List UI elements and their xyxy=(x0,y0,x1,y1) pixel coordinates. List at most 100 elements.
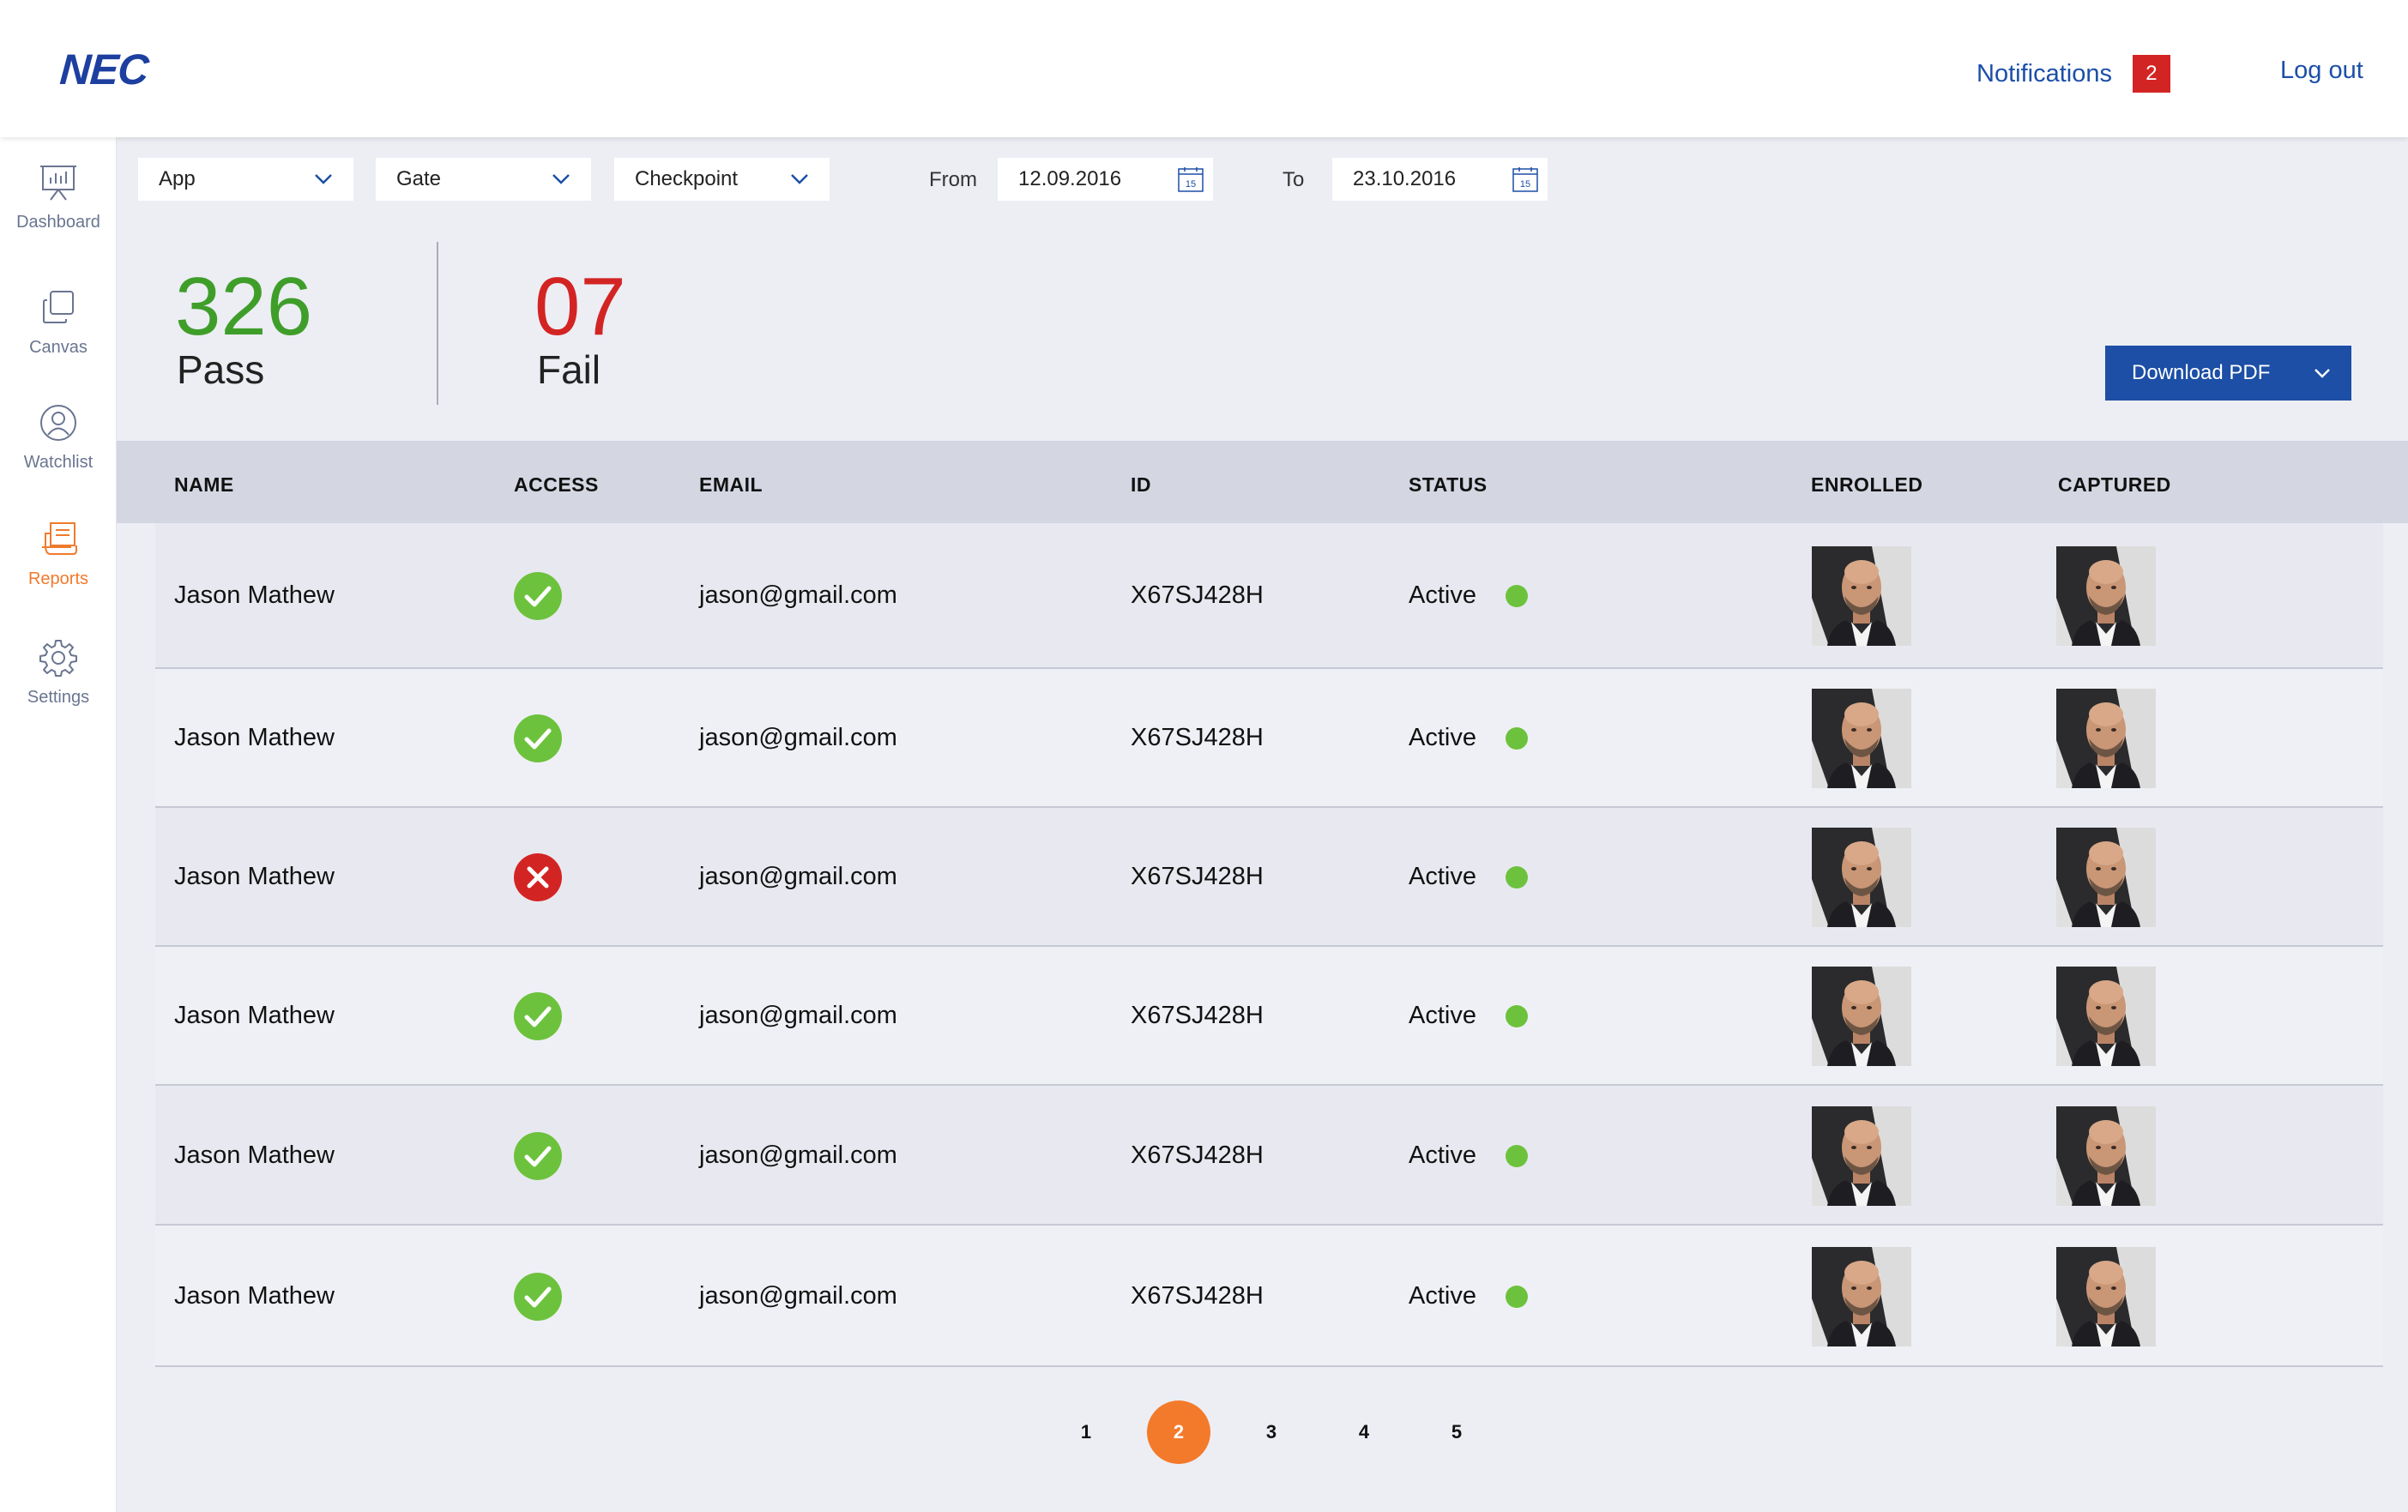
calendar-day: 15 xyxy=(1520,179,1530,190)
cell-status: Active xyxy=(1409,1002,1476,1029)
column-header-captured[interactable]: CAPTURED xyxy=(2058,473,2171,497)
captured-photo[interactable] xyxy=(2056,828,2156,927)
presentation-chart-icon xyxy=(40,166,76,201)
cell-id: X67SJ428H xyxy=(1131,1002,1264,1029)
captured-photo[interactable] xyxy=(2056,1105,2156,1206)
enrolled-photo[interactable] xyxy=(1812,828,1911,927)
table-header: NAME ACCESS EMAIL ID STATUS ENROLLED CAP… xyxy=(117,441,2408,523)
column-header-access[interactable]: ACCESS xyxy=(514,473,599,497)
to-date-field[interactable]: 23.10.2016 15 xyxy=(1332,158,1548,201)
app-dropdown-value: App xyxy=(159,167,196,190)
from-label: From xyxy=(929,168,977,191)
page-5-button[interactable]: 5 xyxy=(1425,1401,1488,1464)
table-row[interactable]: Jason Mathew jason@gmail.com X67SJ428H A… xyxy=(155,1086,2383,1226)
page-4-button[interactable]: 4 xyxy=(1332,1401,1396,1464)
cell-email[interactable]: jason@gmail.com xyxy=(699,1142,897,1170)
cell-name: Jason Mathew xyxy=(174,581,335,609)
calendar-day: 15 xyxy=(1186,179,1196,190)
enrolled-photo[interactable] xyxy=(1812,967,1911,1066)
calendar-icon[interactable]: 15 xyxy=(1512,166,1539,193)
checkpoint-dropdown-value: Checkpoint xyxy=(635,167,739,190)
pass-count: 326 xyxy=(175,261,313,352)
table-row[interactable]: Jason Mathew jason@gmail.com X67SJ428H A… xyxy=(155,523,2383,669)
sidebar-item-watchlist[interactable]: Watchlist xyxy=(0,403,117,473)
sidebar-item-dashboard[interactable]: Dashboard xyxy=(0,163,117,232)
gate-dropdown-value: Gate xyxy=(396,167,442,190)
cell-name: Jason Mathew xyxy=(174,863,335,890)
calendar-icon[interactable]: 15 xyxy=(1177,166,1204,193)
captured-photo[interactable] xyxy=(2056,1246,2156,1346)
cell-name: Jason Mathew xyxy=(174,1141,335,1169)
captured-photo[interactable] xyxy=(2056,689,2156,788)
page-3-button[interactable]: 3 xyxy=(1240,1401,1303,1464)
status-active-dot xyxy=(1506,1005,1528,1027)
enrolled-photo[interactable] xyxy=(1812,546,1911,646)
chevron-down-icon xyxy=(2314,369,2330,378)
sidebar-item-label: Reports xyxy=(27,569,89,588)
download-pdf-label: Download PDF xyxy=(2132,361,2271,384)
stacked-squares-icon xyxy=(43,291,74,323)
status-active-dot xyxy=(1506,727,1528,750)
status-active-dot xyxy=(1506,585,1528,607)
cell-id: X67SJ428H xyxy=(1131,863,1264,890)
notifications-label: Notifications xyxy=(1976,59,2112,87)
main-content: App Gate Checkpoint From 12.09.2016 15 T… xyxy=(117,137,2408,1512)
from-date-value: 12.09.2016 xyxy=(1018,167,1122,190)
column-header-enrolled[interactable]: ENROLLED xyxy=(1811,473,1923,497)
fail-label: Fail xyxy=(537,347,601,392)
cell-email[interactable]: jason@gmail.com xyxy=(699,1282,897,1310)
table-row[interactable]: Jason Mathew jason@gmail.com X67SJ428H A… xyxy=(155,669,2383,808)
cell-name: Jason Mathew xyxy=(174,724,335,751)
from-date-field[interactable]: 12.09.2016 15 xyxy=(998,158,1213,201)
sidebar-item-reports[interactable]: Reports xyxy=(0,520,117,589)
user-circle-icon xyxy=(40,405,76,441)
sidebar-item-canvas[interactable]: Canvas xyxy=(0,288,117,358)
cell-id: X67SJ428H xyxy=(1131,1141,1264,1169)
cell-id: X67SJ428H xyxy=(1131,581,1264,609)
checkpoint-dropdown[interactable]: Checkpoint xyxy=(614,158,830,201)
sidebar-item-label: Watchlist xyxy=(23,453,94,472)
sidebar-item-label: Dashboard xyxy=(16,213,100,232)
sidebar: Dashboard Canvas Watchlist Reports Setti… xyxy=(0,137,117,1512)
cell-email[interactable]: jason@gmail.com xyxy=(699,1002,897,1030)
logout-link[interactable]: Log out xyxy=(2280,57,2363,85)
enrolled-photo[interactable] xyxy=(1812,1105,1911,1206)
cell-email[interactable]: jason@gmail.com xyxy=(699,724,897,752)
nec-logo[interactable]: NEC xyxy=(58,45,150,94)
access-granted-icon xyxy=(514,1131,562,1180)
page-1-button[interactable]: 1 xyxy=(1054,1401,1118,1464)
cell-id: X67SJ428H xyxy=(1131,1281,1264,1310)
captured-photo[interactable] xyxy=(2056,546,2156,646)
enrolled-photo[interactable] xyxy=(1812,689,1911,788)
access-granted-icon xyxy=(514,572,562,620)
column-header-name[interactable]: NAME xyxy=(174,473,234,497)
notifications-count-badge: 2 xyxy=(2132,55,2170,93)
column-header-id[interactable]: ID xyxy=(1131,473,1151,497)
gate-dropdown[interactable]: Gate xyxy=(376,158,591,201)
cell-status: Active xyxy=(1409,724,1476,751)
notifications-button[interactable]: Notifications 2 xyxy=(1976,55,2170,93)
cell-email[interactable]: jason@gmail.com xyxy=(699,863,897,891)
access-granted-icon xyxy=(514,1272,562,1321)
app-dropdown[interactable]: App xyxy=(138,158,353,201)
enrolled-photo[interactable] xyxy=(1812,1246,1911,1346)
status-active-dot xyxy=(1506,866,1528,889)
cell-name: Jason Mathew xyxy=(174,1002,335,1029)
cell-email[interactable]: jason@gmail.com xyxy=(699,581,897,610)
column-header-email[interactable]: EMAIL xyxy=(699,473,763,497)
cell-status: Active xyxy=(1409,581,1476,609)
captured-photo[interactable] xyxy=(2056,967,2156,1066)
pass-label: Pass xyxy=(177,347,265,392)
chevron-down-icon xyxy=(552,174,570,184)
column-header-status[interactable]: STATUS xyxy=(1409,473,1488,497)
table-row[interactable]: Jason Mathew jason@gmail.com X67SJ428H A… xyxy=(155,947,2383,1086)
stats-divider xyxy=(437,242,438,405)
cell-status: Active xyxy=(1409,863,1476,890)
download-pdf-button[interactable]: Download PDF xyxy=(2105,346,2351,401)
sidebar-item-settings[interactable]: Settings xyxy=(0,638,117,708)
table-row[interactable]: Jason Mathew jason@gmail.com X67SJ428H A… xyxy=(155,1226,2383,1367)
table-row[interactable]: Jason Mathew jason@gmail.com X67SJ428H A… xyxy=(155,808,2383,947)
page-2-button[interactable]: 2 xyxy=(1147,1401,1210,1464)
cell-status: Active xyxy=(1409,1281,1476,1310)
sidebar-item-label: Settings xyxy=(27,688,90,707)
